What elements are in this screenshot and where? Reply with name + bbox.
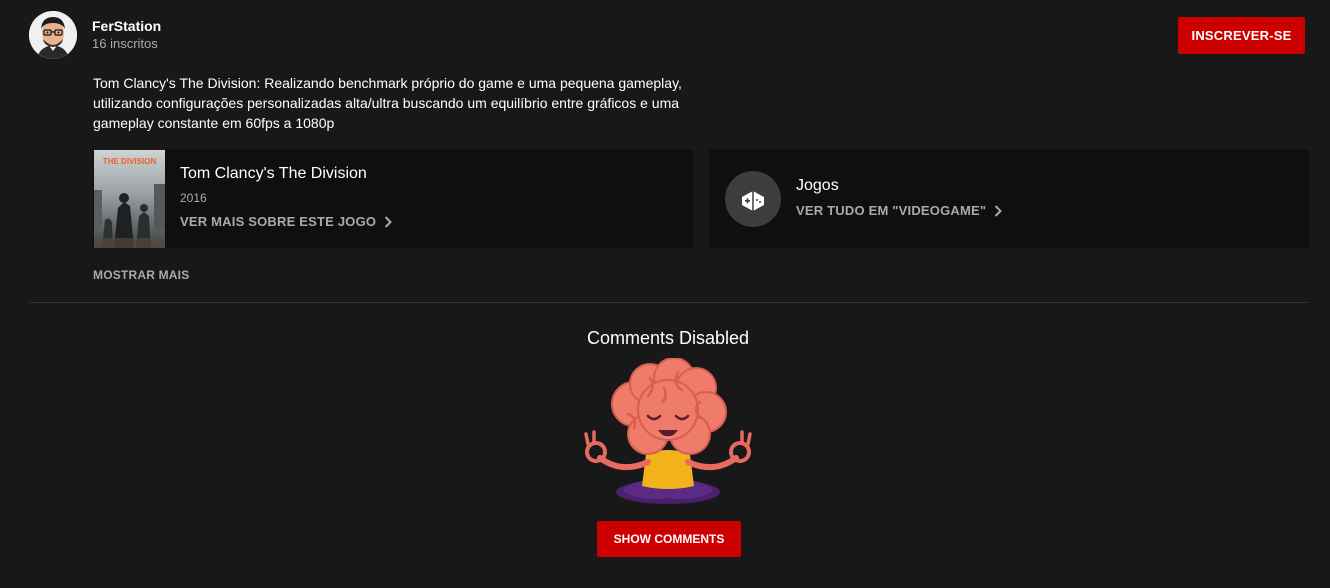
category-title[interactable]: Jogos [796, 177, 839, 195]
show-comments-button[interactable]: SHOW COMMENTS [597, 521, 741, 557]
subscribe-button[interactable]: INSCREVER-SE [1178, 17, 1305, 54]
game-card[interactable]: THE DIVISION Tom Clancy's The Division 2… [93, 150, 693, 248]
game-title[interactable]: Tom Clancy's The Division [180, 165, 367, 183]
category-see-all-link[interactable]: VER TUDO EM "VIDEOGAME" [796, 203, 1003, 218]
game-boxart[interactable]: THE DIVISION [94, 150, 165, 248]
divider [29, 302, 1309, 303]
owner-text: FerStation 16 inscritos [92, 18, 161, 52]
channel-name[interactable]: FerStation [92, 18, 161, 34]
game-year: 2016 [180, 191, 207, 205]
category-see-all-label: VER TUDO EM "VIDEOGAME" [796, 203, 987, 218]
channel-avatar[interactable] [29, 11, 77, 59]
game-more-link[interactable]: VER MAIS SOBRE ESTE JOGO [180, 214, 393, 229]
chevron-right-icon [995, 204, 1003, 217]
meditating-brain-illustration [584, 358, 752, 504]
boxart-logo: THE DIVISION [103, 157, 157, 166]
channel-owner: FerStation 16 inscritos [29, 11, 161, 59]
chevron-right-icon [385, 215, 393, 228]
game-more-label: VER MAIS SOBRE ESTE JOGO [180, 214, 377, 229]
category-card[interactable]: Jogos VER TUDO EM "VIDEOGAME" [709, 150, 1309, 248]
video-description: Tom Clancy's The Division: Realizando be… [93, 75, 682, 131]
show-more-button[interactable]: MOSTRAR MAIS [93, 268, 189, 282]
subscriber-count: 16 inscritos [92, 36, 158, 51]
gamepad-icon [725, 171, 781, 227]
comments-disabled-title: Comments Disabled [586, 328, 750, 348]
